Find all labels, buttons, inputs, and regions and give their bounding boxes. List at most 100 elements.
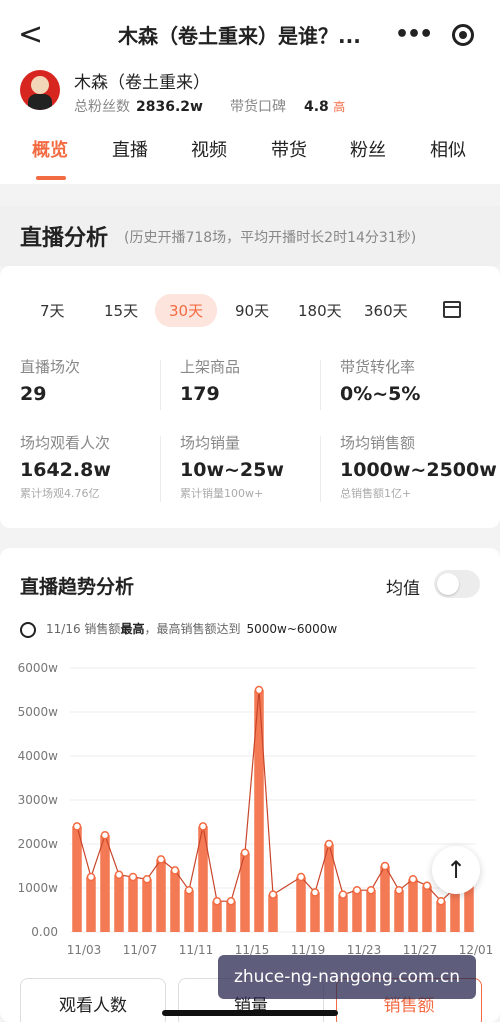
chart-bar (72, 826, 82, 932)
chart-bar (212, 901, 222, 932)
tab-bar: 概览 直播 视频 带货 粉丝 相似 (0, 130, 500, 184)
chart-bar (114, 874, 124, 932)
divider (320, 436, 321, 502)
data-point (212, 896, 222, 906)
trend-note: 11/16 销售额最高，最高销售额达到 5000w~6000w (20, 620, 337, 638)
chart-bar (394, 890, 404, 932)
section-title: 直播分析 (20, 226, 109, 251)
divider (320, 360, 321, 410)
reputation-stat: 带货口碑 4.8 高 (230, 96, 345, 116)
chart-bar (366, 890, 376, 932)
section-subtitle: (历史开播718场，平均开播时长2时14分31秒) (124, 230, 417, 246)
arrow-up-icon[interactable]: ↑ (432, 846, 480, 894)
period-180d[interactable]: 180天 (298, 300, 342, 321)
period-7d[interactable]: 7天 (40, 300, 65, 321)
avatar[interactable] (20, 70, 60, 110)
note-date: 11/16 (46, 622, 81, 636)
data-point (226, 896, 236, 906)
stat-live-count: 直播场次 29 (20, 356, 170, 405)
chart-bar (156, 859, 166, 932)
note-text1: 销售额 (84, 622, 121, 636)
calendar-icon[interactable] (443, 301, 461, 318)
fans-label: 总粉丝数 (74, 99, 130, 115)
target-icon[interactable] (452, 24, 474, 46)
stat-avg-revenue: 场均销售额 1000w~2500w 总销售额1亿+ (340, 432, 497, 501)
tab-live[interactable]: 直播 (112, 136, 148, 162)
chart-bar (464, 885, 474, 932)
stat-sub: 累计场观4.76亿 (20, 487, 100, 500)
y-tick-label: 2000w (18, 837, 59, 851)
y-tick-label: 3000w (18, 793, 59, 807)
stat-label: 带货转化率 (340, 358, 416, 376)
profile-row: 木森（卷土重来） 总粉丝数 2836.2w 带货口碑 4.8 高 (0, 60, 500, 130)
tab-overview[interactable]: 概览 (32, 136, 68, 162)
divider (160, 436, 161, 502)
data-point (254, 685, 264, 695)
chart-bar (450, 888, 460, 932)
data-point (156, 855, 166, 864)
fans-stat: 总粉丝数 2836.2w (74, 96, 203, 116)
divider (160, 360, 161, 410)
average-toggle[interactable] (434, 570, 480, 598)
stat-value: 29 (20, 383, 47, 405)
tab-goods[interactable]: 带货 (271, 136, 307, 162)
trend-line (76, 689, 470, 903)
note-bold: 最高 (120, 622, 145, 636)
data-point (436, 896, 446, 906)
y-tick-label: 1000w (18, 881, 59, 895)
data-point (170, 866, 180, 875)
stat-label: 上架商品 (180, 358, 241, 376)
tab-indicator (36, 176, 66, 180)
reputation-label: 带货口碑 (230, 99, 286, 115)
data-point (198, 822, 208, 831)
home-indicator (162, 1010, 338, 1016)
x-tick-label: 11/07 (123, 943, 158, 957)
chart-bar (86, 877, 96, 932)
data-point (422, 881, 432, 891)
chart-bar (296, 877, 306, 932)
page-title: 木森（卷土重来）是谁？... (118, 24, 361, 48)
tab-video[interactable]: 视频 (191, 136, 227, 162)
chart-bar (408, 879, 418, 932)
stat-label: 场均观看人次 (20, 434, 111, 452)
chart-bar (184, 890, 194, 932)
search-list-icon (20, 621, 36, 638)
period-15d[interactable]: 15天 (104, 300, 138, 321)
chart-bar (128, 877, 138, 932)
average-toggle-label: 均值 (386, 579, 420, 599)
tab-similar[interactable]: 相似 (430, 136, 466, 162)
tab-fans[interactable]: 粉丝 (350, 136, 386, 162)
chart-bar (436, 901, 446, 932)
reputation-level: 高 (333, 100, 346, 114)
data-point (296, 872, 306, 882)
period-360d[interactable]: 360天 (364, 300, 408, 321)
note-range: 5000w~6000w (246, 622, 338, 636)
stat-value: 1000w~2500w (340, 459, 497, 481)
stat-sub: 累计销量100w+ (180, 487, 264, 500)
back-button[interactable]: < (18, 18, 48, 52)
data-point (338, 890, 348, 899)
stat-sub: 总销售额1亿+ (340, 487, 412, 500)
stat-products: 上架商品 179 (180, 356, 330, 405)
revenue-trend-chart[interactable]: 0.00 1000w 2000w 3000w 4000w 5000w 6000w 11/03 1… (0, 658, 500, 958)
data-point (366, 885, 376, 895)
stat-value: 1642.8w (20, 459, 111, 481)
y-tick-label: 0.00 (31, 925, 58, 939)
watermark: zhuce-ng-nangong.com.cn (218, 955, 476, 999)
live-stats-card: 7天 15天 30天 90天 180天 360天 直播场次 29 上架商品 17… (0, 266, 500, 528)
data-point (72, 822, 82, 831)
data-point (408, 874, 418, 884)
more-icon[interactable]: ••• (395, 24, 433, 46)
period-30d[interactable]: 30天 (155, 294, 218, 327)
period-90d[interactable]: 90天 (235, 300, 269, 321)
stat-label: 直播场次 (20, 358, 81, 376)
chart-bar (380, 866, 390, 932)
y-tick-label: 5000w (18, 705, 59, 719)
section-header: 直播分析 (历史开播718场，平均开播时长2时14分31秒) (0, 206, 500, 266)
stat-avg-views: 场均观看人次 1642.8w 累计场观4.76亿 (20, 432, 170, 501)
chart-bar (310, 892, 320, 932)
chart-bar (226, 901, 236, 932)
chart-bar (422, 885, 432, 932)
metric-views-button[interactable]: 观看人数 (20, 978, 166, 1022)
profile-name: 木森（卷土重来） (74, 73, 210, 93)
